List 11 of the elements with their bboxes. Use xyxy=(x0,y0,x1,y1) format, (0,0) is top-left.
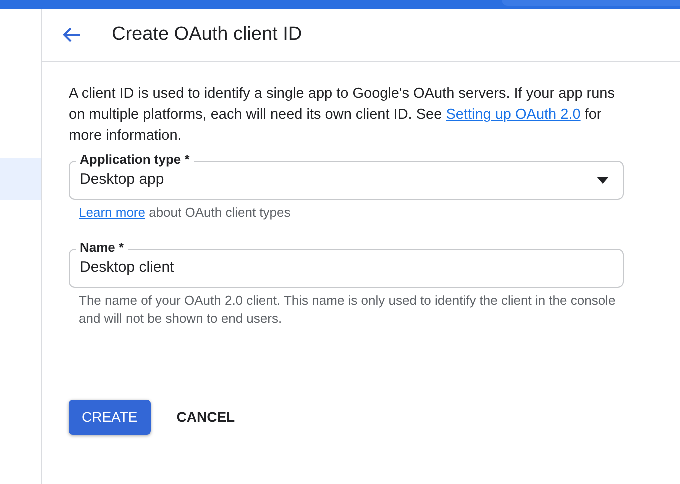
page-title: Create OAuth client ID xyxy=(112,22,302,47)
help-text: about OAuth client types xyxy=(148,205,291,220)
learn-more-link[interactable]: Learn more xyxy=(79,205,146,220)
caret-icon xyxy=(597,177,609,184)
setting-up-link[interactable]: Setting up OAuth 2.0 xyxy=(446,107,581,123)
description-text: A client ID is used to identify a single app to Google's OAuth servers. If your app runs on multiple platforms, each will need its own client ID. See Setting up OAuth 2.0 for more information. xyxy=(69,85,616,146)
help-text: The name of your OAuth 2.0 client. This name is only used to identify the client in the console and will not be shown to end users. xyxy=(78,292,617,328)
cancel-button[interactable]: CANCEL xyxy=(160,400,252,435)
field-label: Application type * xyxy=(76,152,194,168)
back-arrow-icon[interactable] xyxy=(62,25,82,45)
create-button[interactable]: CREATE xyxy=(69,400,151,435)
